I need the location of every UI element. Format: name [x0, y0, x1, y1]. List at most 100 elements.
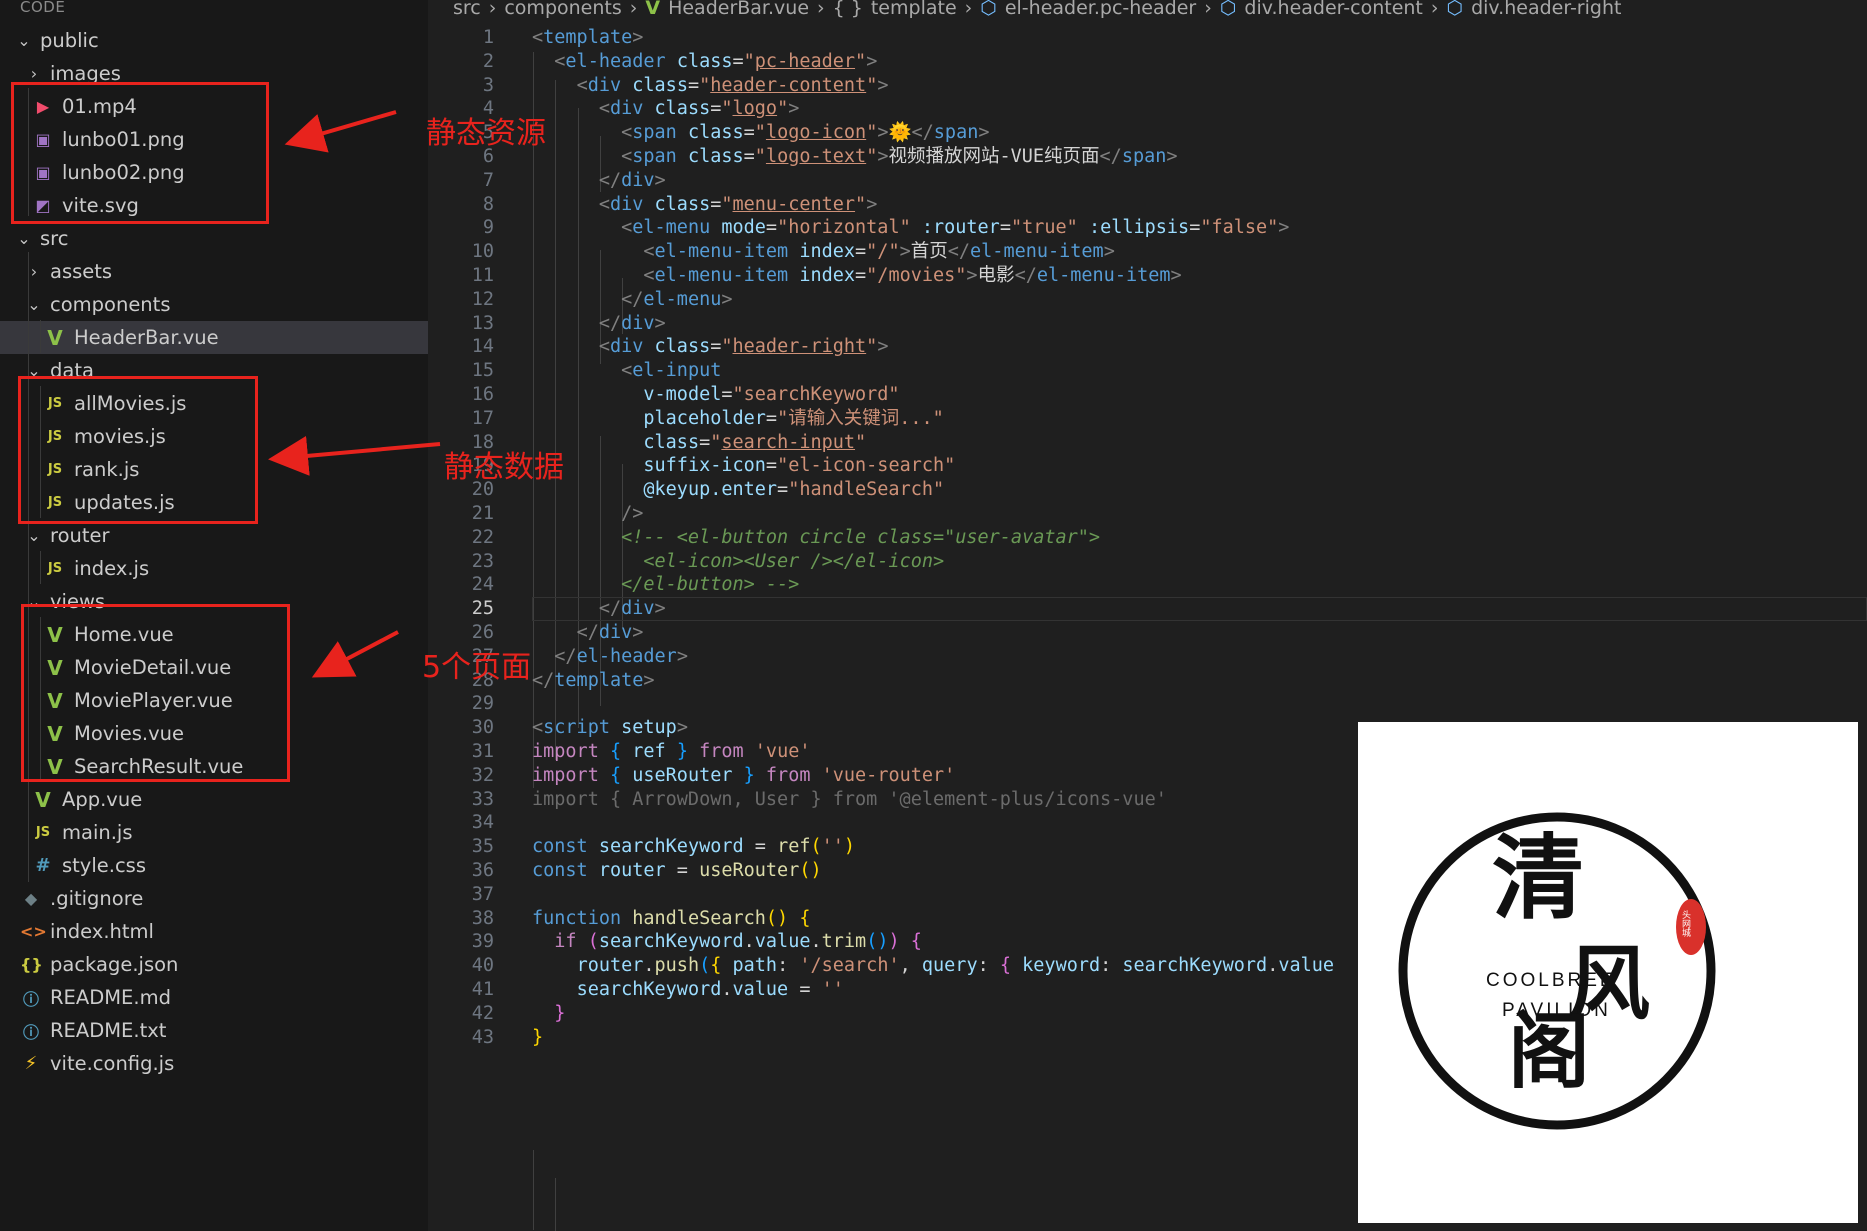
code-token: " [866, 146, 878, 167]
breadcrumb-item[interactable]: components [504, 0, 621, 19]
code-line[interactable]: 3 <div class="header-content"> [428, 74, 1867, 98]
code-line[interactable]: 22 <!-- <el-button circle class="user-av… [428, 526, 1867, 550]
tree-file[interactable]: JS index.js [0, 552, 428, 585]
tree-file[interactable]: <> index.html [0, 915, 428, 948]
code-line[interactable]: 4 <div class="logo"> [428, 97, 1867, 121]
code-line[interactable]: 12 </el-menu> [428, 288, 1867, 312]
code-token: > [978, 122, 990, 144]
code-token: div [598, 622, 633, 643]
code-token: el-menu [643, 288, 722, 310]
tree-file[interactable]: ⓘ README.txt [0, 1014, 428, 1047]
code-line[interactable]: 6 <span class="logo-text">视频播放网站-VUE纯页面<… [428, 145, 1867, 169]
code-line[interactable]: 10 <el-menu-item index="/">首页</el-menu-i… [428, 240, 1867, 264]
code-token: '/search' [799, 955, 900, 977]
code-line[interactable]: 5 <span class="logo-icon">🌞</span> [428, 121, 1867, 145]
code-line[interactable]: 1 <template> [428, 26, 1867, 50]
code-line[interactable]: 23 <el-icon><User /></el-icon> [428, 550, 1867, 574]
explorer-header: CODE [20, 0, 66, 16]
code-token: div [621, 598, 655, 620]
code-line[interactable]: 2 <el-header class="pc-header"> [428, 50, 1867, 74]
code-line[interactable]: 26 </div> [428, 621, 1867, 645]
code-text: const router = useRouter() [532, 859, 822, 883]
tree-file[interactable]: JS main.js [0, 816, 428, 849]
code-line[interactable]: 20 @keyup.enter="handleSearch" [428, 478, 1867, 502]
code-text: <el-menu-item index="/">首页</el-menu-item… [532, 240, 1114, 264]
code-line[interactable]: 16 v-model="searchKeyword" [428, 383, 1867, 407]
tree-folder[interactable]: ⌄ components [0, 288, 428, 321]
code-line[interactable]: 7 </div> [428, 169, 1867, 193]
code-line[interactable]: 24 </el-button> --> [428, 573, 1867, 597]
indent-guide [533, 1150, 534, 1230]
breadcrumb-item[interactable]: div.header-content [1244, 0, 1422, 19]
line-number: 37 [471, 883, 494, 905]
tree-file[interactable]: ⚡ vite.config.js [0, 1047, 428, 1080]
code-text: class="search-input" [532, 431, 866, 455]
breadcrumb-item[interactable]: src [453, 0, 481, 19]
element-cube-icon: ⬡ [1219, 0, 1237, 19]
vite-file-icon: ⚡ [24, 1053, 38, 1074]
code-line[interactable]: 19 suffix-icon="el-icon-search" [428, 454, 1867, 478]
code-line[interactable]: 18 class="search-input" [428, 431, 1867, 455]
code-token: setup [621, 717, 677, 739]
tree-folder[interactable]: › assets [0, 255, 428, 288]
code-line[interactable]: 25 </div> [428, 597, 1867, 621]
tree-file[interactable]: V App.vue [0, 783, 428, 816]
tree-folder[interactable]: ⌄ src [0, 222, 428, 255]
code-token: < [643, 265, 655, 286]
breadcrumb-item[interactable]: el-header.pc-header [1005, 0, 1196, 19]
code-line[interactable]: 14 <div class="header-right"> [428, 335, 1867, 359]
code-token: = [721, 384, 733, 405]
code-token: > [676, 645, 688, 667]
chevron-right-icon: › [30, 262, 38, 281]
code-text: <div class="logo"> [532, 97, 800, 121]
code-token: searchKeyword [598, 836, 744, 858]
code-line[interactable]: 15 <el-input [428, 359, 1867, 383]
code-token: = [699, 431, 711, 453]
code-token: } [532, 1026, 544, 1048]
code-line[interactable]: 28 </template> [428, 669, 1867, 693]
code-line[interactable]: 13 </div> [428, 312, 1867, 336]
code-line[interactable]: 27 </el-header> [428, 645, 1867, 669]
code-line[interactable]: 17 placeholder="请输入关键词..." [428, 407, 1867, 431]
code-token: header-right [732, 336, 867, 358]
code-token: logo [732, 98, 778, 120]
code-token: 'vue-router' [821, 764, 956, 786]
code-token: " [866, 74, 878, 96]
tree-item-label: components [50, 293, 171, 316]
code-line[interactable]: 8 <div class="menu-center"> [428, 193, 1867, 217]
breadcrumb-item[interactable]: HeaderBar.vue [668, 0, 809, 19]
tree-file[interactable]: ⓘ README.md [0, 981, 428, 1014]
tree-file[interactable]: V HeaderBar.vue [0, 321, 428, 354]
code-token: span [933, 122, 979, 144]
code-token: el-input [632, 360, 722, 382]
code-token: > [632, 27, 644, 48]
breadcrumb-item[interactable]: div.header-right [1471, 0, 1621, 19]
line-number: 3 [482, 74, 494, 96]
logo-seal-text: 头网城 [1680, 910, 1691, 938]
tree-file[interactable]: {} package.json [0, 948, 428, 981]
code-token: </ [911, 122, 934, 144]
code-token: value [732, 979, 789, 1000]
tree-file[interactable]: ◆ .gitignore [0, 882, 428, 915]
chevron-down-icon: ⌄ [27, 526, 41, 545]
tree-file[interactable]: # style.css [0, 849, 428, 882]
tree-folder[interactable]: ⌄ public [0, 24, 428, 57]
code-token: " [777, 98, 789, 120]
tree-item-label: HeaderBar.vue [74, 326, 219, 349]
code-token: > [643, 669, 655, 691]
js-file-icon: JS [47, 561, 63, 576]
breadcrumb-item[interactable]: template [871, 0, 957, 19]
code-token: '' [821, 836, 844, 858]
code-line[interactable]: 29 [428, 692, 1867, 716]
code-line[interactable]: 11 <el-menu-item index="/movies">电影</el-… [428, 264, 1867, 288]
code-line[interactable]: 9 <el-menu mode="horizontal" :router="tr… [428, 216, 1867, 240]
code-line[interactable]: 21 /> [428, 502, 1867, 526]
code-text: </div> [532, 169, 666, 193]
